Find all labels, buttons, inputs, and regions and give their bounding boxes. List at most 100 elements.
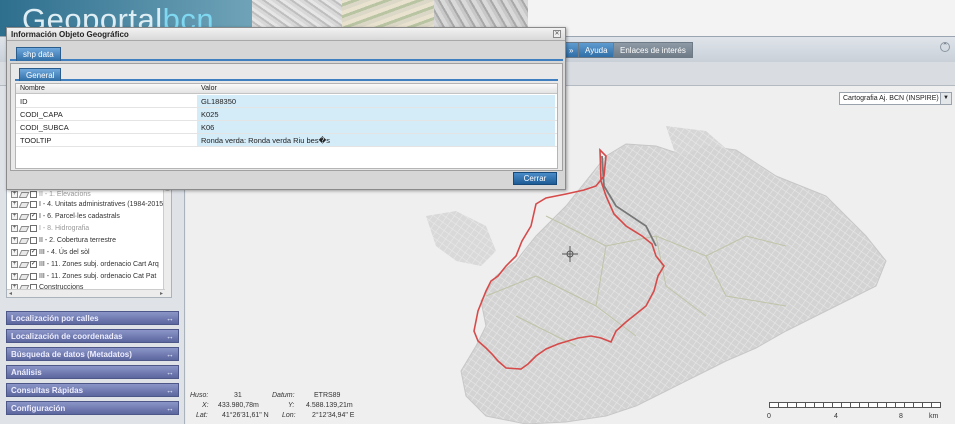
- accordion-quick-queries[interactable]: Consultas Rápidas ↔: [6, 383, 179, 397]
- expand-icon[interactable]: +: [11, 191, 18, 198]
- expand-icon[interactable]: +: [11, 225, 18, 232]
- layer-checkbox[interactable]: ✓: [30, 261, 37, 268]
- table-row[interactable]: CODI_SUBCA K06: [16, 121, 557, 134]
- style-icon: [18, 249, 30, 256]
- menu-tab-links[interactable]: Enlaces de interés: [613, 42, 693, 58]
- scale-label: 8: [899, 413, 903, 420]
- expand-icon: ↔: [166, 350, 174, 359]
- expand-icon[interactable]: +: [11, 249, 18, 256]
- expand-icon[interactable]: +: [11, 261, 18, 268]
- style-icon: [18, 273, 30, 280]
- layer-item[interactable]: + II - 2. Cobertura terrestre: [11, 235, 116, 246]
- expand-icon[interactable]: +: [11, 213, 18, 220]
- expand-icon: ↔: [166, 404, 174, 413]
- attribute-grid: Nombre Valor ID GL188350 CODI_CAPA K025 …: [15, 83, 558, 169]
- layer-checkbox[interactable]: [30, 201, 37, 208]
- layer-item[interactable]: + ✓ III - 4. Ús del sòl: [11, 247, 90, 258]
- expand-icon[interactable]: +: [11, 201, 18, 208]
- dialog-title: Información Objeto Geográfico: [7, 28, 565, 41]
- layer-horizontal-scrollbar[interactable]: ◂ ▸: [7, 289, 165, 297]
- layer-label: I - 8. Hidrografia: [39, 225, 90, 232]
- collapse-icon[interactable]: ⌃: [940, 42, 950, 52]
- layer-label: III - 11. Zones subj. ordenacio Cart Arq: [39, 261, 159, 268]
- layer-label: I - 6. Parcel·les cadastrals: [39, 213, 120, 220]
- accordion-configuration[interactable]: Configuración ↔: [6, 401, 179, 415]
- layer-label: II - 1. Elevacions: [39, 191, 91, 198]
- layer-checkbox[interactable]: [30, 191, 37, 198]
- accordion-coordinates[interactable]: Localización de coordenadas ↔: [6, 329, 179, 343]
- layer-label: III - 4. Ús del sòl: [39, 249, 90, 256]
- expand-icon[interactable]: +: [11, 273, 18, 280]
- expand-icon: ↔: [166, 368, 174, 377]
- table-row[interactable]: TOOLTIP Ronda verda: Ronda verda Riu bes…: [16, 134, 557, 147]
- layer-label: I - 4. Unitats administratives (1984-201…: [39, 201, 166, 208]
- accordion-street-search[interactable]: Localización por calles ↔: [6, 311, 179, 325]
- huso-value: 31: [234, 392, 242, 399]
- expand-icon: ↔: [166, 332, 174, 341]
- lon-value: 2°12'34,94" E: [312, 412, 355, 419]
- tab-general[interactable]: General: [19, 68, 62, 81]
- style-icon: [18, 225, 30, 232]
- layer-checkbox[interactable]: [30, 225, 37, 232]
- close-button[interactable]: Cerrar: [513, 172, 557, 185]
- cell-value: Ronda verda: Ronda verda Riu bes�s: [197, 134, 555, 146]
- column-header-value[interactable]: Valor: [201, 85, 217, 92]
- accordion-metadata[interactable]: Búsqueda de datos (Metadatos) ↔: [6, 347, 179, 361]
- y-label: Y:: [288, 402, 295, 409]
- layer-checkbox[interactable]: ✓: [30, 213, 37, 220]
- lat-value: 41°26'31,61" N: [222, 412, 269, 419]
- huso-label: Huso:: [190, 392, 209, 399]
- cell-name: ID: [20, 97, 28, 106]
- lat-label: Lat:: [196, 412, 208, 419]
- coordinates-panel: Huso: 31 Datum: ETRS89 X: 433.980,78m Y:…: [190, 392, 390, 422]
- layer-label: II - 2. Cobertura terrestre: [39, 237, 117, 244]
- close-icon[interactable]: ✕: [553, 30, 561, 38]
- layer-item[interactable]: + I - 8. Hidrografia: [11, 223, 89, 234]
- dialog-tabstrip: shp data: [10, 44, 563, 61]
- scale-label: 4: [834, 413, 838, 420]
- layer-checkbox[interactable]: ✓: [30, 249, 37, 256]
- layer-item[interactable]: + ✓ I - 6. Parcel·les cadastrals: [11, 211, 120, 222]
- expand-icon[interactable]: +: [11, 237, 18, 244]
- scale-bar: [769, 402, 941, 408]
- lon-label: Lon:: [282, 412, 296, 419]
- expand-icon: ↔: [166, 386, 174, 395]
- grid-header: Nombre Valor: [16, 84, 557, 94]
- tab-shp-data[interactable]: shp data: [16, 47, 61, 61]
- table-row[interactable]: CODI_CAPA K025: [16, 108, 557, 121]
- style-icon: [18, 261, 30, 268]
- datum-value: ETRS89: [314, 392, 341, 399]
- column-header-name[interactable]: Nombre: [20, 85, 45, 92]
- chevron-down-icon: ▼: [940, 93, 951, 104]
- layer-label: III - 11. Zones subj. ordenacio Cat Pat: [39, 273, 157, 280]
- cartography-select[interactable]: Cartografia Aj. BCN (INSPIRE) ▼: [839, 92, 952, 105]
- layer-checkbox[interactable]: [30, 237, 37, 244]
- scroll-right-icon[interactable]: ▸: [160, 290, 163, 297]
- style-icon: [18, 237, 30, 244]
- datum-label: Datum:: [272, 392, 295, 399]
- layer-item[interactable]: + ✓ III - 11. Zones subj. ordenacio Cart…: [11, 259, 159, 270]
- y-value: 4.588.139,21m: [306, 402, 353, 409]
- cell-name: TOOLTIP: [20, 136, 52, 145]
- layer-checkbox[interactable]: [30, 273, 37, 280]
- menu-tab-help[interactable]: Ayuda: [578, 42, 615, 58]
- scale-label: 0: [767, 413, 771, 420]
- x-value: 433.980,78m: [218, 402, 259, 409]
- cell-name: CODI_CAPA: [20, 110, 63, 119]
- scroll-left-icon[interactable]: ◂: [9, 290, 12, 297]
- scale-label: km: [929, 413, 939, 420]
- layer-item[interactable]: + III - 11. Zones subj. ordenacio Cat Pa…: [11, 271, 156, 282]
- cell-value: K06: [197, 121, 555, 133]
- style-icon: [18, 201, 30, 208]
- style-icon: [18, 191, 30, 198]
- cell-value: GL188350: [197, 95, 555, 107]
- layer-item[interactable]: + I - 4. Unitats administratives (1984-2…: [11, 199, 165, 210]
- accordion-analysis[interactable]: Análisis ↔: [6, 365, 179, 379]
- expand-icon: ↔: [166, 314, 174, 323]
- cell-name: CODI_SUBCA: [20, 123, 69, 132]
- x-label: X:: [202, 402, 209, 409]
- cell-value: K025: [197, 108, 555, 120]
- table-row[interactable]: ID GL188350: [16, 95, 557, 108]
- feature-info-dialog: Información Objeto Geográfico ✕ shp data…: [6, 27, 566, 190]
- dialog-content: General Nombre Valor ID GL188350 CODI_CA…: [10, 63, 563, 171]
